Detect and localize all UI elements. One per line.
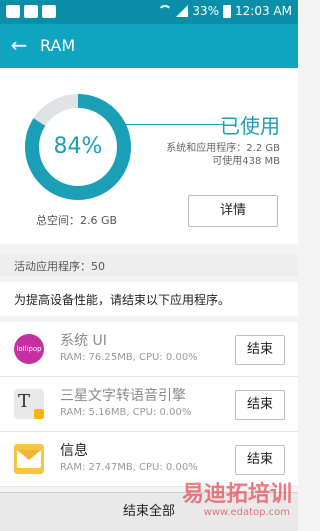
watermark-url: www.edatop.com <box>203 507 290 518</box>
warning-icon <box>6 5 20 18</box>
signal-icon <box>176 5 189 17</box>
end-app-button[interactable]: 结束 <box>235 335 285 365</box>
system-apps-usage: 系统和应用程序：2.2 GB <box>166 143 280 154</box>
app-usage: RAM: 5.16MB, CPU: 0.00% <box>60 407 192 418</box>
list-item: 三星文字转语音引擎 RAM: 5.16MB, CPU: 0.00% 结束 <box>0 377 298 432</box>
app-usage: RAM: 76.25MB, CPU: 0.00% <box>60 352 198 363</box>
leader-line <box>124 124 224 125</box>
end-app-button[interactable]: 结束 <box>235 445 285 475</box>
status-bar: 33% 12:03 AM <box>0 0 298 24</box>
list-item: lollipop 系统 UI RAM: 76.25MB, CPU: 0.00% … <box>0 322 298 377</box>
wifi-icon <box>158 5 173 17</box>
tts-icon <box>14 389 44 419</box>
performance-tip: 为提高设备性能，请结束以下应用程序。 <box>0 282 298 316</box>
app-list: lollipop 系统 UI RAM: 76.25MB, CPU: 0.00% … <box>0 322 298 487</box>
message-icon <box>14 444 44 474</box>
back-arrow-icon[interactable]: ← <box>8 34 30 56</box>
active-apps-header: 活动应用程序：50 <box>0 254 298 276</box>
tip-text: 为提高设备性能，请结束以下应用程序。 <box>14 293 231 307</box>
app-name: 三星文字转语音引擎 <box>60 388 186 404</box>
clock: 12:03 AM <box>235 4 292 18</box>
end-app-button[interactable]: 结束 <box>235 390 285 420</box>
app-usage: RAM: 27.47MB, CPU: 0.00% <box>60 462 198 473</box>
app-bar: ← RAM <box>0 24 298 68</box>
image-icon <box>24 5 38 18</box>
active-apps-count: 活动应用程序：50 <box>14 260 105 273</box>
page-title: RAM <box>40 36 76 55</box>
battery-icon <box>223 4 232 18</box>
status-right: 33% 12:03 AM <box>158 4 292 18</box>
app-name: 系统 UI <box>60 333 107 349</box>
lollipop-icon: lollipop <box>14 334 44 364</box>
watermark-brand: 易迪拓培训 <box>181 482 292 507</box>
memory-breakdown: 系统和应用程序：2.2 GB 可使用438 MB <box>166 142 280 168</box>
total-space: 总空间：2.6 GB <box>36 214 118 227</box>
details-button[interactable]: 详情 <box>188 195 278 227</box>
memory-ring: 84% <box>23 92 133 202</box>
mail-icon <box>42 5 56 18</box>
battery-percent: 33% <box>192 4 220 18</box>
app-name: 信息 <box>60 443 88 459</box>
memory-percent: 84% <box>53 134 103 159</box>
used-label: 已使用 <box>220 114 280 138</box>
memory-card: 84% 已使用 系统和应用程序：2.2 GB 可使用438 MB 总空间：2.6… <box>0 68 298 244</box>
notification-icons <box>6 5 56 18</box>
available-memory: 可使用438 MB <box>212 156 280 167</box>
